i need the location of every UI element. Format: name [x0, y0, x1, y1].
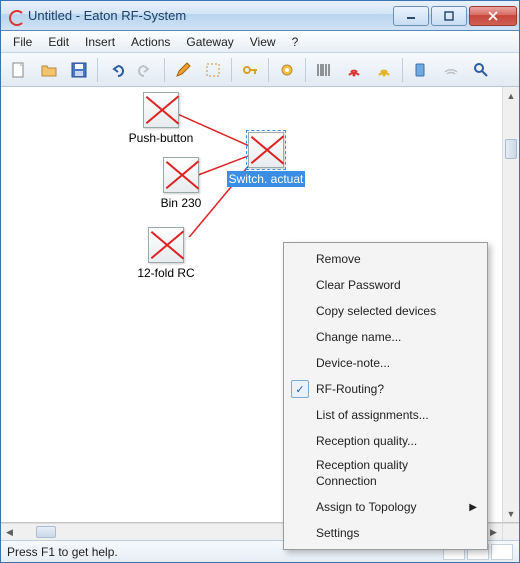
- new-document-icon[interactable]: [5, 56, 33, 84]
- device-box-icon: [163, 157, 199, 193]
- titlebar: Untitled - Eaton RF-System: [1, 1, 519, 31]
- context-menu: Remove Clear Password Copy selected devi…: [283, 242, 488, 550]
- ctx-device-note[interactable]: Device-note...: [286, 350, 485, 376]
- search-icon[interactable]: [467, 56, 495, 84]
- toolbar-separator: [402, 58, 403, 82]
- window-title: Untitled - Eaton RF-System: [28, 8, 391, 23]
- node-label: Push-button: [121, 131, 201, 145]
- scroll-corner: [502, 524, 519, 540]
- scroll-left-arrow-icon[interactable]: ◀: [1, 524, 18, 540]
- ctx-remove[interactable]: Remove: [286, 246, 485, 272]
- open-folder-icon[interactable]: [35, 56, 63, 84]
- ctx-label: Reception quality Connection: [316, 458, 471, 489]
- ctx-label: Clear Password: [316, 278, 401, 292]
- node-label: 12-fold RC: [126, 266, 206, 280]
- app-icon: [7, 8, 23, 24]
- device-box-icon: [148, 227, 184, 263]
- client-area: Push-button Bin 230 12-fold RC Switch. a…: [1, 87, 519, 540]
- ctx-label: Assign to Topology: [316, 500, 417, 514]
- ctx-label: Copy selected devices: [316, 304, 436, 318]
- ctx-label: Remove: [316, 252, 361, 266]
- signal-red-icon[interactable]: [340, 56, 368, 84]
- ctx-reception-quality-connection[interactable]: Reception quality Connection: [286, 454, 485, 494]
- ctx-label: Settings: [316, 526, 359, 540]
- selection-icon[interactable]: [199, 56, 227, 84]
- ctx-label: Change name...: [316, 330, 401, 344]
- check-icon: ✓: [291, 380, 309, 398]
- ctx-clear-password[interactable]: Clear Password: [286, 272, 485, 298]
- save-icon[interactable]: [65, 56, 93, 84]
- scroll-up-arrow-icon[interactable]: ▲: [503, 87, 519, 104]
- menu-insert[interactable]: Insert: [77, 33, 123, 51]
- wifi-icon[interactable]: [437, 56, 465, 84]
- toolbar-separator: [97, 58, 98, 82]
- menu-help[interactable]: ?: [284, 33, 307, 51]
- node-push-button[interactable]: Push-button: [121, 92, 201, 145]
- scroll-down-arrow-icon[interactable]: ▼: [503, 505, 519, 522]
- submenu-arrow-icon: ▶: [469, 502, 477, 513]
- ctx-rf-routing[interactable]: ✓ RF-Routing?: [286, 376, 485, 402]
- device-box-icon: [143, 92, 179, 128]
- ctx-copy-selected[interactable]: Copy selected devices: [286, 298, 485, 324]
- status-pane: [491, 544, 513, 560]
- menu-actions[interactable]: Actions: [123, 33, 178, 51]
- gear-icon[interactable]: [273, 56, 301, 84]
- toolbar-separator: [231, 58, 232, 82]
- node-switch-actuator[interactable]: Switch. actuat: [226, 132, 306, 187]
- key-icon[interactable]: [236, 56, 264, 84]
- device-icon[interactable]: [407, 56, 435, 84]
- ctx-label: RF-Routing?: [316, 382, 384, 396]
- scroll-thumb[interactable]: [36, 526, 56, 538]
- menu-gateway[interactable]: Gateway: [178, 33, 241, 51]
- window-buttons: [391, 6, 517, 26]
- ctx-assign-topology[interactable]: Assign to Topology ▶: [286, 494, 485, 520]
- menu-file[interactable]: File: [5, 33, 40, 51]
- vertical-scrollbar[interactable]: ▲ ▼: [502, 87, 519, 522]
- toolbar-separator: [164, 58, 165, 82]
- barcode-icon[interactable]: [310, 56, 338, 84]
- device-box-icon: [248, 132, 284, 168]
- ctx-list-assignments[interactable]: List of assignments...: [286, 402, 485, 428]
- redo-icon[interactable]: [132, 56, 160, 84]
- node-12-fold-rc[interactable]: 12-fold RC: [126, 227, 206, 280]
- ctx-label: Device-note...: [316, 356, 390, 370]
- signal-yellow-icon[interactable]: [370, 56, 398, 84]
- menu-view[interactable]: View: [242, 33, 284, 51]
- undo-icon[interactable]: [102, 56, 130, 84]
- minimize-button[interactable]: [393, 6, 429, 26]
- pencil-icon[interactable]: [169, 56, 197, 84]
- toolbar: [1, 53, 519, 87]
- menubar: File Edit Insert Actions Gateway View ?: [1, 31, 519, 53]
- ctx-label: List of assignments...: [316, 408, 429, 422]
- close-button[interactable]: [469, 6, 517, 26]
- maximize-button[interactable]: [431, 6, 467, 26]
- menu-edit[interactable]: Edit: [40, 33, 77, 51]
- node-label: Switch. actuat: [227, 171, 306, 187]
- node-bin-230[interactable]: Bin 230: [141, 157, 221, 210]
- toolbar-separator: [268, 58, 269, 82]
- app-window: Untitled - Eaton RF-System File Edit Ins…: [0, 0, 520, 563]
- ctx-label: Reception quality...: [316, 434, 417, 448]
- scroll-thumb[interactable]: [505, 139, 517, 159]
- scroll-track[interactable]: [503, 104, 519, 505]
- ctx-settings[interactable]: Settings: [286, 520, 485, 546]
- ctx-reception-quality[interactable]: Reception quality...: [286, 428, 485, 454]
- toolbar-separator: [305, 58, 306, 82]
- ctx-change-name[interactable]: Change name...: [286, 324, 485, 350]
- node-label: Bin 230: [141, 196, 221, 210]
